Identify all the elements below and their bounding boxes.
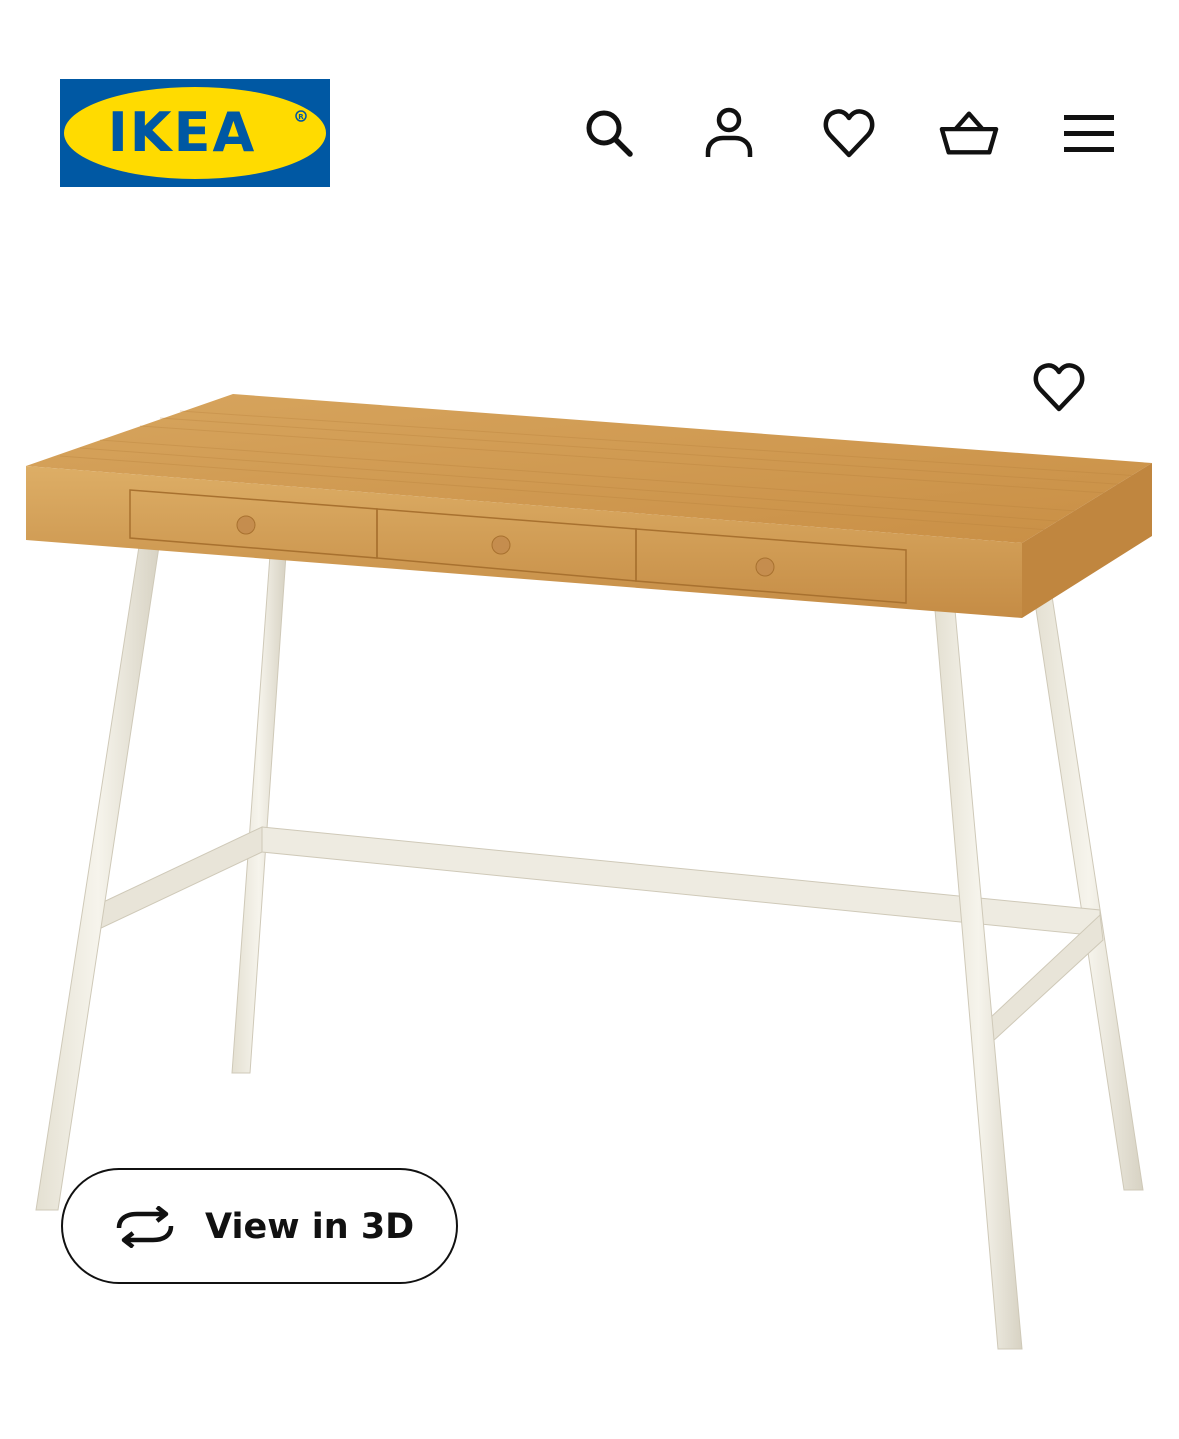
basket-icon[interactable] <box>939 103 999 163</box>
logo-wordmark: IKEA <box>108 101 257 164</box>
add-to-favourites-button[interactable] <box>1026 354 1092 420</box>
search-icon[interactable] <box>579 103 639 163</box>
account-icon[interactable] <box>699 103 759 163</box>
menu-icon[interactable] <box>1059 103 1119 163</box>
favourites-icon[interactable] <box>819 103 879 163</box>
heart-icon <box>1033 363 1085 412</box>
product-image-area: View in 3D <box>0 230 1179 1439</box>
view-in-3d-label: View in 3D <box>205 1207 415 1247</box>
site-header: IKEA R <box>0 0 1179 230</box>
svg-text:R: R <box>298 113 304 121</box>
rotate-3d-icon <box>116 1206 174 1248</box>
ikea-logo-graphic: IKEA R <box>60 79 330 187</box>
view-in-3d-button[interactable]: View in 3D <box>61 1168 458 1284</box>
ikea-logo[interactable]: IKEA R <box>60 79 330 187</box>
